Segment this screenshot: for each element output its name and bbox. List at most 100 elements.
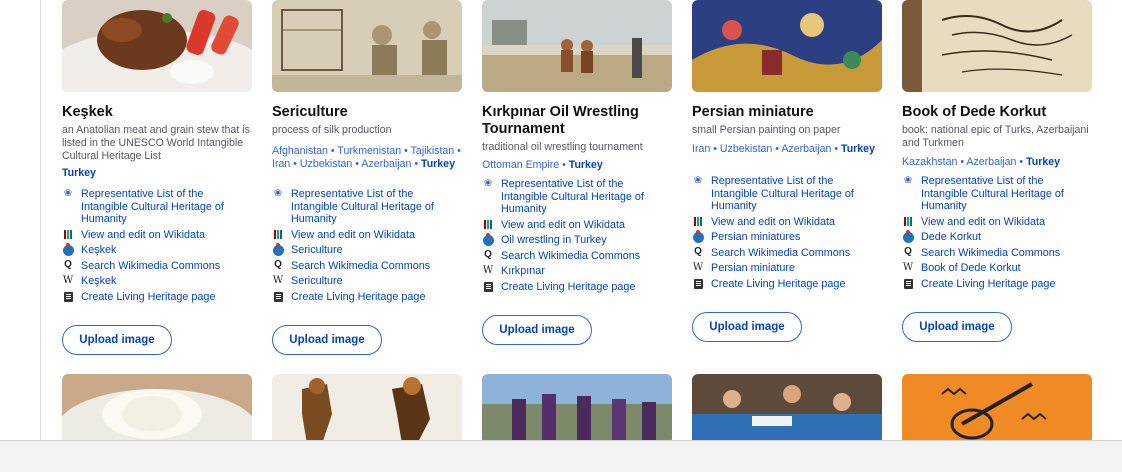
commons-category-link[interactable]: Dede Korkut	[902, 229, 1102, 244]
country-link-turkey[interactable]: Turkey	[421, 158, 455, 170]
country-link[interactable]: Turkmenistan	[337, 145, 401, 157]
left-border	[40, 0, 41, 440]
next-row-thumbnail[interactable]	[62, 374, 252, 440]
ich-list-link[interactable]: ❀ Representative List of the Intangible C…	[272, 188, 472, 226]
search-commons-link[interactable]: Q Search Wikimedia Commons	[272, 259, 472, 273]
commons-category-link[interactable]: Keşkek	[62, 242, 262, 257]
wikidata-icon	[62, 229, 74, 241]
dede-korkut-thumbnail[interactable]	[902, 0, 1092, 92]
commons-category-link[interactable]: Oil wrestling in Turkey	[482, 232, 682, 247]
wikipedia-icon: W	[272, 274, 284, 286]
wikidata-link[interactable]: View and edit on Wikidata	[902, 216, 1102, 229]
search-commons-link[interactable]: Q Search Wikimedia Commons	[482, 249, 682, 263]
country-link[interactable]: Ottoman Empire	[482, 159, 559, 171]
ich-list-link[interactable]: ❀ Representative List of the Intangible C…	[62, 188, 262, 226]
country-link-turkey[interactable]: Turkey	[62, 167, 96, 179]
search-icon: Q	[274, 259, 282, 271]
wikipedia-icon: W	[482, 264, 494, 276]
commons-icon	[62, 242, 74, 256]
country-link[interactable]: Tajikistan	[411, 145, 455, 157]
wikidata-icon	[692, 216, 704, 228]
search-commons-link[interactable]: Q Search Wikimedia Commons	[62, 259, 262, 273]
upload-image-button[interactable]: Upload image	[62, 325, 172, 355]
card-title[interactable]: Keşkek	[62, 104, 252, 121]
search-commons-link[interactable]: Q Search Wikimedia Commons	[692, 246, 892, 260]
country-link-turkey[interactable]: Turkey	[1026, 156, 1060, 168]
link-list: ❀ Representative List of the Intangible C…	[272, 188, 472, 306]
living-heritage-link[interactable]: Create Living Heritage page	[272, 291, 472, 304]
wikidata-link[interactable]: View and edit on Wikidata	[62, 229, 262, 242]
sericulture-thumbnail[interactable]	[272, 0, 462, 92]
keskek-thumbnail[interactable]	[62, 0, 252, 92]
kirkpinar-thumbnail[interactable]	[482, 0, 672, 92]
country-link-turkey[interactable]: Turkey	[841, 143, 875, 155]
wikipedia-link[interactable]: W Kırkpınar	[482, 265, 682, 278]
wikidata-link[interactable]: View and edit on Wikidata	[482, 219, 682, 232]
country-link[interactable]: Afghanistan	[272, 145, 328, 157]
upload-image-button[interactable]: Upload image	[272, 325, 382, 355]
living-heritage-link[interactable]: Create Living Heritage page	[692, 278, 892, 291]
card-title[interactable]: Persian miniature	[692, 104, 882, 121]
living-heritage-link[interactable]: Create Living Heritage page	[482, 281, 682, 294]
wikipedia-link[interactable]: W Keşkek	[62, 275, 262, 288]
country-list: Ottoman Empire • Turkey	[482, 159, 603, 171]
wikidata-icon	[902, 216, 914, 228]
heritage-card-keskek: Keşkek an Anatolian meat and grain stew …	[62, 0, 252, 440]
persian-miniature-thumbnail[interactable]	[692, 0, 882, 92]
search-icon: Q	[904, 246, 912, 258]
search-commons-link[interactable]: Q Search Wikimedia Commons	[902, 246, 1102, 260]
link-list: ❀ Representative List of the Intangible C…	[692, 175, 892, 293]
next-row-thumbnail[interactable]	[692, 374, 882, 440]
country-list: Turkey	[62, 167, 252, 180]
country-link[interactable]: Azerbaijan	[361, 158, 411, 170]
document-icon	[63, 291, 73, 302]
commons-category-link[interactable]: Persian miniatures	[692, 229, 892, 244]
wikipedia-icon: W	[902, 261, 914, 273]
document-icon	[693, 278, 703, 289]
next-row-thumbnail[interactable]	[902, 374, 1092, 440]
country-list: Iran • Uzbekistan • Azerbaijan • Turkey	[692, 143, 875, 155]
country-link-turkey[interactable]: Turkey	[569, 159, 603, 171]
wikidata-link[interactable]: View and edit on Wikidata	[272, 229, 472, 242]
heritage-card-sericulture: Sericulture process of silk production A…	[272, 0, 462, 440]
upload-image-button[interactable]: Upload image	[902, 312, 1012, 342]
upload-image-button[interactable]: Upload image	[692, 312, 802, 342]
wikidata-icon	[272, 229, 284, 241]
card-description: an Anatolian meat and grain stew that is…	[62, 124, 250, 162]
card-title[interactable]: Kırkpınar Oil Wrestling Tournament	[482, 104, 672, 138]
upload-image-button[interactable]: Upload image	[482, 315, 592, 345]
laurel-icon: ❀	[903, 174, 913, 186]
wikidata-icon	[482, 219, 494, 231]
country-list: Kazakhstan • Azerbaijan • Turkey	[902, 156, 1061, 168]
country-link[interactable]: Kazakhstan	[902, 156, 957, 168]
laurel-icon: ❀	[63, 187, 73, 199]
wikipedia-link[interactable]: W Persian miniature	[692, 262, 892, 275]
living-heritage-link[interactable]: Create Living Heritage page	[62, 291, 262, 304]
ich-list-link[interactable]: ❀ Representative List of the Intangible C…	[902, 175, 1102, 213]
country-link[interactable]: Uzbekistan	[720, 143, 772, 155]
commons-icon	[272, 242, 284, 256]
country-link[interactable]: Azerbaijan	[781, 143, 831, 155]
living-heritage-link[interactable]: Create Living Heritage page	[902, 278, 1102, 291]
commons-icon	[902, 229, 914, 243]
card-description: small Persian painting on paper	[692, 124, 841, 136]
country-link[interactable]: Azerbaijan	[966, 156, 1016, 168]
commons-category-link[interactable]: Sericulture	[272, 242, 472, 257]
card-title[interactable]: Sericulture	[272, 104, 462, 121]
country-link[interactable]: Iran	[692, 143, 710, 155]
card-description: process of silk production	[272, 124, 392, 136]
wikipedia-link[interactable]: W Sericulture	[272, 275, 472, 288]
wikipedia-link[interactable]: W Book of Dede Korkut	[902, 262, 1102, 275]
wikipedia-icon: W	[692, 261, 704, 273]
ich-list-link[interactable]: ❀ Representative List of the Intangible C…	[482, 178, 682, 216]
country-link[interactable]: Uzbekistan	[300, 158, 352, 170]
wikidata-link[interactable]: View and edit on Wikidata	[692, 216, 892, 229]
next-row-thumbnail[interactable]	[272, 374, 462, 440]
document-icon	[903, 278, 913, 289]
next-row-thumbnail[interactable]	[482, 374, 672, 440]
document-icon	[483, 281, 493, 292]
card-title[interactable]: Book of Dede Korkut	[902, 104, 1092, 121]
laurel-icon: ❀	[273, 187, 283, 199]
country-link[interactable]: Iran	[272, 158, 290, 170]
ich-list-link[interactable]: ❀ Representative List of the Intangible C…	[692, 175, 892, 213]
